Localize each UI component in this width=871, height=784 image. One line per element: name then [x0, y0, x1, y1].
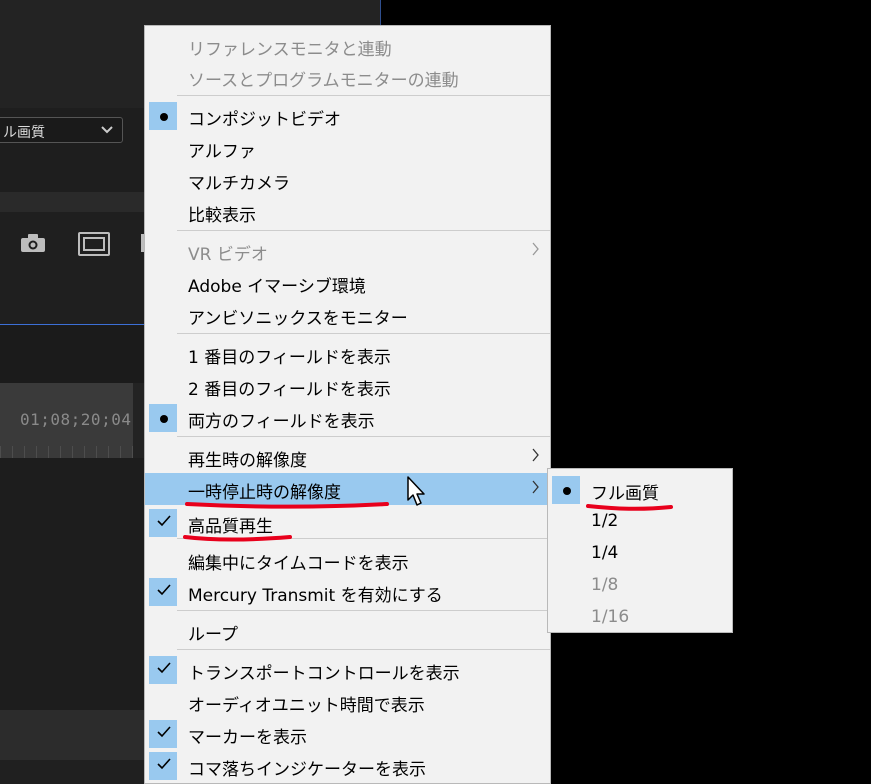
menu-item-label: 1/8: [591, 575, 619, 595]
menu-item-label: 2 番目のフィールドを表示: [188, 380, 391, 400]
checkmark-marker: [149, 578, 177, 606]
menu-item-label: 比較表示: [188, 206, 256, 226]
radio-dot-icon: [160, 113, 168, 121]
menu-item-label: アンビソニックスをモニター: [188, 309, 408, 329]
menu-item[interactable]: 1/8: [548, 570, 732, 602]
menu-item-label: VR ビデオ: [188, 245, 268, 265]
menu-item[interactable]: Adobe イマーシブ環境: [145, 267, 550, 299]
menu-separator: [177, 610, 550, 611]
menu-item-label: ループ: [188, 625, 238, 645]
chevron-right-icon: [532, 479, 540, 494]
menu-item-label: アルファ: [188, 142, 256, 162]
menu-item[interactable]: ソースとプログラムモニターの連動: [145, 61, 550, 93]
radio-selected-marker: [149, 404, 177, 432]
menu-item-label: オーディオユニット時間で表示: [188, 696, 425, 716]
menu-item[interactable]: 1/4: [548, 538, 732, 570]
pause-resolution-submenu: フル画質 1/2 1/4 1/8 1/16: [547, 468, 733, 633]
menu-item-label: 一時停止時の解像度: [188, 483, 341, 503]
menu-item[interactable]: オーディオユニット時間で表示: [145, 686, 550, 718]
menu-item-label: 1/16: [591, 607, 630, 627]
menu-item[interactable]: VR ビデオ: [145, 235, 550, 267]
menu-item[interactable]: 両方のフィールドを表示: [145, 402, 550, 434]
menu-item-label: ソースとプログラムモニターの連動: [188, 71, 459, 91]
menu-item[interactable]: 1/2: [548, 506, 732, 538]
menu-item-label: Mercury Transmit を有効にする: [188, 586, 443, 606]
menu-item[interactable]: トランスポートコントロールを表示: [145, 654, 550, 686]
menu-item[interactable]: 2 番目のフィールドを表示: [145, 370, 550, 402]
menu-item[interactable]: アンビソニックスをモニター: [145, 299, 550, 331]
menu-item[interactable]: 1 番目のフィールドを表示: [145, 338, 550, 370]
checkmark-marker: [149, 752, 177, 780]
menu-item-label: 編集中にタイムコードを表示: [188, 554, 409, 574]
menu-item[interactable]: アルファ: [145, 132, 550, 164]
menu-item[interactable]: コマ落ちインジケーターを表示: [145, 750, 550, 782]
menu-separator: [177, 436, 550, 437]
menu-item-label: マルチカメラ: [188, 174, 290, 194]
menu-item-label: 1/4: [591, 543, 619, 563]
checkmark-marker: [149, 656, 177, 684]
checkmark-icon: [155, 512, 173, 530]
menu-item[interactable]: ループ: [145, 615, 550, 647]
menu-item[interactable]: 高品質再生: [145, 507, 550, 539]
menu-item-label: フル画質: [591, 484, 659, 504]
playback-quality-dropdown[interactable]: ル画質: [0, 117, 123, 143]
menu-item[interactable]: フル画質: [548, 474, 732, 506]
menu-separator: [177, 649, 550, 650]
menu-item[interactable]: 一時停止時の解像度: [145, 473, 550, 505]
mouse-pointer-icon: [407, 476, 425, 506]
checkmark-marker: [149, 720, 177, 748]
radio-dot-icon: [563, 487, 571, 495]
menu-item[interactable]: 1/16: [548, 602, 732, 634]
menu-item-label: マーカーを表示: [188, 728, 307, 748]
chevron-down-icon: [100, 120, 114, 144]
menu-separator: [177, 333, 550, 334]
checkmark-marker: [149, 509, 177, 537]
radio-dot-icon: [160, 415, 168, 423]
menu-item[interactable]: 比較表示: [145, 196, 550, 228]
menu-item-label: コンポジットビデオ: [188, 110, 341, 130]
menu-item-label: リファレンスモニタと連動: [188, 40, 392, 60]
checkmark-icon: [155, 755, 173, 773]
timecode-text: 01;08;20;04: [20, 410, 132, 429]
menu-item[interactable]: コンポジットビデオ: [145, 100, 550, 132]
chevron-right-icon: [532, 241, 540, 256]
menu-item-label: 1 番目のフィールドを表示: [188, 348, 391, 368]
menu-item[interactable]: リファレンスモニタと連動: [145, 30, 550, 62]
checkmark-icon: [155, 723, 173, 741]
menu-item[interactable]: マーカーを表示: [145, 718, 550, 750]
menu-item-label: Adobe イマーシブ環境: [188, 277, 366, 297]
checkmark-icon: [155, 659, 173, 677]
radio-selected-marker: [552, 476, 580, 504]
menu-item-label: トランスポートコントロールを表示: [188, 664, 460, 684]
quality-dropdown-value: ル画質: [3, 125, 45, 141]
menu-item-label: 両方のフィールドを表示: [188, 412, 375, 432]
menu-item-label: 再生時の解像度: [188, 451, 307, 471]
menu-item[interactable]: 編集中にタイムコードを表示: [145, 544, 550, 576]
safe-margins-icon[interactable]: [78, 232, 110, 256]
camera-icon[interactable]: [20, 233, 46, 253]
menu-item[interactable]: Mercury Transmit を有効にする: [145, 576, 550, 608]
menu-item[interactable]: 再生時の解像度: [145, 441, 550, 473]
checkmark-icon: [155, 581, 173, 599]
radio-selected-marker: [149, 102, 177, 130]
menu-separator: [177, 230, 550, 231]
menu-separator: [177, 95, 550, 96]
menu-item[interactable]: マルチカメラ: [145, 164, 550, 196]
context-menu: リファレンスモニタと連動ソースとプログラムモニターの連動 コンポジットビデオ アルフ…: [144, 25, 551, 784]
menu-item-label: 高品質再生: [188, 517, 273, 537]
chevron-right-icon: [532, 447, 540, 462]
menu-item-label: 1/2: [591, 511, 619, 531]
menu-item-label: コマ落ちインジケーターを表示: [188, 760, 426, 780]
